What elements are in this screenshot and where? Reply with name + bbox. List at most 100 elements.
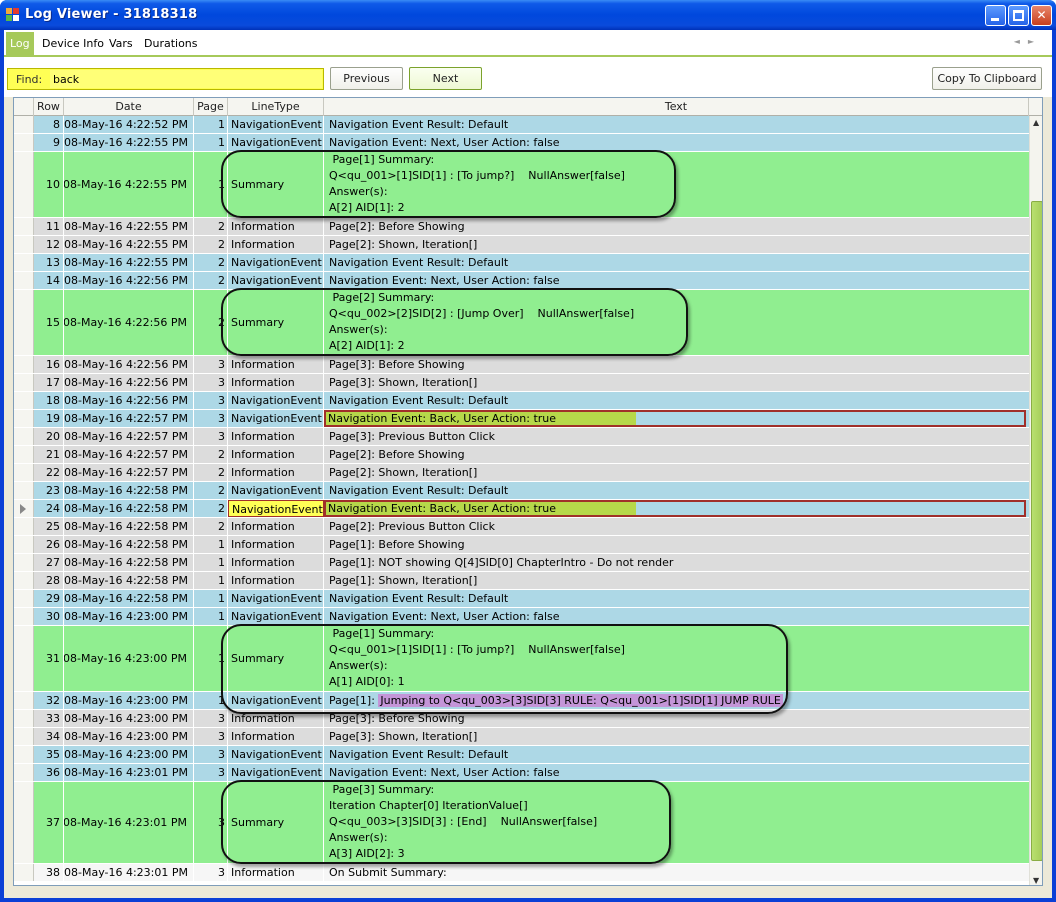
page-cell: 1 bbox=[194, 626, 228, 691]
table-row[interactable]: 32 08-May-16 4:23:00 PM 1 NavigationEvent Pa… bbox=[14, 692, 1029, 710]
close-button[interactable]: ✕ bbox=[1031, 5, 1052, 26]
table-row[interactable]: 23 08-May-16 4:22:58 PM 2 NavigationEvent Na… bbox=[14, 482, 1029, 500]
row-selector[interactable] bbox=[14, 536, 34, 553]
next-button[interactable]: Next bbox=[409, 67, 482, 90]
row-selector[interactable] bbox=[14, 728, 34, 745]
header-text[interactable]: Text bbox=[324, 98, 1029, 116]
row-selector[interactable] bbox=[14, 116, 34, 133]
table-row[interactable]: 26 08-May-16 4:22:58 PM 1 Information Page[1… bbox=[14, 536, 1029, 554]
row-selector[interactable] bbox=[14, 692, 34, 709]
tab-durations[interactable]: Durations bbox=[140, 32, 202, 56]
row-selector[interactable] bbox=[14, 374, 34, 391]
header-page[interactable]: Page bbox=[194, 98, 228, 116]
vertical-scrollbar[interactable]: ▲ ▼ bbox=[1029, 116, 1042, 885]
row-selector[interactable] bbox=[14, 500, 34, 517]
linetype-cell: NavigationEvent bbox=[228, 134, 324, 151]
jump-rule-text: Jumping to Q<qu_003>[3]SID[3] RULE: Q<qu… bbox=[378, 694, 783, 707]
tab-vars[interactable]: Vars bbox=[105, 32, 137, 56]
row-selector[interactable] bbox=[14, 782, 34, 863]
row-selector[interactable] bbox=[14, 590, 34, 607]
row-selector[interactable] bbox=[14, 410, 34, 427]
text-line: Page[3]: Previous Button Click bbox=[329, 430, 495, 443]
table-row[interactable]: 38 08-May-16 4:23:01 PM 3 Information On Su… bbox=[14, 864, 1029, 882]
row-selector[interactable] bbox=[14, 254, 34, 271]
text-cell: Page[1]: Before Showing bbox=[324, 536, 1029, 553]
table-row[interactable]: 35 08-May-16 4:23:00 PM 3 NavigationEvent Na… bbox=[14, 746, 1029, 764]
tab-scroll-right-icon[interactable]: ► bbox=[1028, 37, 1042, 46]
table-row[interactable]: 28 08-May-16 4:22:58 PM 1 Information Page[1… bbox=[14, 572, 1029, 590]
row-selector[interactable] bbox=[14, 626, 34, 691]
scroll-down-icon[interactable]: ▼ bbox=[1033, 876, 1039, 885]
row-selector[interactable] bbox=[14, 864, 34, 881]
table-row[interactable]: 18 08-May-16 4:22:56 PM 3 NavigationEvent Na… bbox=[14, 392, 1029, 410]
row-selector[interactable] bbox=[14, 272, 34, 289]
table-row[interactable]: 30 08-May-16 4:23:00 PM 1 NavigationEvent Na… bbox=[14, 608, 1029, 626]
table-row[interactable]: 21 08-May-16 4:22:57 PM 2 Information Page[2… bbox=[14, 446, 1029, 464]
table-row[interactable]: 9 08-May-16 4:22:55 PM 1 NavigationEvent Nav… bbox=[14, 134, 1029, 152]
row-selector[interactable] bbox=[14, 428, 34, 445]
page-cell: 2 bbox=[194, 236, 228, 253]
row-selector[interactable] bbox=[14, 746, 34, 763]
row-selector[interactable] bbox=[14, 290, 34, 355]
table-row[interactable]: 17 08-May-16 4:22:56 PM 3 Information Page[3… bbox=[14, 374, 1029, 392]
table-row[interactable]: 33 08-May-16 4:23:00 PM 3 Information Page[3… bbox=[14, 710, 1029, 728]
page-cell: 2 bbox=[194, 218, 228, 235]
find-input[interactable] bbox=[50, 70, 322, 88]
row-selector[interactable] bbox=[14, 608, 34, 625]
header-selector[interactable] bbox=[14, 98, 34, 116]
table-row[interactable]: 11 08-May-16 4:22:55 PM 2 Information Page[2… bbox=[14, 218, 1029, 236]
row-selector[interactable] bbox=[14, 134, 34, 151]
table-row[interactable]: 27 08-May-16 4:22:58 PM 1 Information Page[1… bbox=[14, 554, 1029, 572]
title-bar[interactable]: Log Viewer - 31818318 ✕ bbox=[0, 0, 1056, 30]
maximize-button[interactable] bbox=[1008, 5, 1029, 26]
row-selector[interactable] bbox=[14, 392, 34, 409]
table-row[interactable]: 25 08-May-16 4:22:58 PM 2 Information Page[2… bbox=[14, 518, 1029, 536]
table-row[interactable]: 15 08-May-16 4:22:56 PM 2 Summary Page[2] S… bbox=[14, 290, 1029, 356]
tab-scroll-arrows[interactable]: ◄► bbox=[1014, 37, 1042, 46]
tab-device-info[interactable]: Device Info bbox=[38, 32, 108, 56]
row-selector[interactable] bbox=[14, 572, 34, 589]
table-row[interactable]: 13 08-May-16 4:22:55 PM 2 NavigationEvent Na… bbox=[14, 254, 1029, 272]
text-line: Page[3]: Before Showing bbox=[329, 712, 465, 725]
row-selector[interactable] bbox=[14, 464, 34, 481]
table-row[interactable]: 8 08-May-16 4:22:52 PM 1 NavigationEvent Nav… bbox=[14, 116, 1029, 134]
table-row[interactable]: 20 08-May-16 4:22:57 PM 3 Information Page[3… bbox=[14, 428, 1029, 446]
table-row[interactable]: 36 08-May-16 4:23:01 PM 3 NavigationEvent Na… bbox=[14, 764, 1029, 782]
page-cell: 3 bbox=[194, 428, 228, 445]
previous-button[interactable]: Previous bbox=[330, 67, 403, 90]
scroll-up-icon[interactable]: ▲ bbox=[1033, 118, 1039, 127]
table-row[interactable]: 24 08-May-16 4:22:58 PM 2 NavigationEvent Na… bbox=[14, 500, 1029, 518]
table-row[interactable]: 31 08-May-16 4:23:00 PM 1 Summary Page[1] S… bbox=[14, 626, 1029, 692]
row-selector[interactable] bbox=[14, 356, 34, 373]
table-row[interactable]: 37 08-May-16 4:23:01 PM 3 Summary Page[3] S… bbox=[14, 782, 1029, 864]
scrollbar-thumb[interactable] bbox=[1031, 201, 1042, 861]
row-number-cell: 10 bbox=[34, 152, 64, 217]
row-selector[interactable] bbox=[14, 554, 34, 571]
tab-scroll-left-icon[interactable]: ◄ bbox=[1014, 37, 1028, 46]
row-selector[interactable] bbox=[14, 236, 34, 253]
copy-to-clipboard-button[interactable]: Copy To Clipboard bbox=[932, 67, 1042, 90]
table-row[interactable]: 34 08-May-16 4:23:00 PM 3 Information Page[3… bbox=[14, 728, 1029, 746]
header-row[interactable]: Row bbox=[34, 98, 64, 116]
page-cell: 1 bbox=[194, 554, 228, 571]
row-selector[interactable] bbox=[14, 518, 34, 535]
text-cell: Page[2] Summary: Q<qu_002>[2]SID[2] : [Ju… bbox=[324, 290, 1029, 355]
header-linetype[interactable]: LineType bbox=[228, 98, 324, 116]
date-cell: 08-May-16 4:22:57 PM bbox=[64, 464, 194, 481]
table-row[interactable]: 29 08-May-16 4:22:58 PM 1 NavigationEvent Na… bbox=[14, 590, 1029, 608]
minimize-button[interactable] bbox=[985, 5, 1006, 26]
row-selector[interactable] bbox=[14, 764, 34, 781]
table-row[interactable]: 12 08-May-16 4:22:55 PM 2 Information Page[2… bbox=[14, 236, 1029, 254]
table-row[interactable]: 22 08-May-16 4:22:57 PM 2 Information Page[2… bbox=[14, 464, 1029, 482]
table-row[interactable]: 14 08-May-16 4:22:56 PM 2 NavigationEvent Na… bbox=[14, 272, 1029, 290]
table-row[interactable]: 19 08-May-16 4:22:57 PM 3 NavigationEvent Na… bbox=[14, 410, 1029, 428]
table-row[interactable]: 10 08-May-16 4:22:55 PM 1 Summary Page[1] S… bbox=[14, 152, 1029, 218]
table-row[interactable]: 16 08-May-16 4:22:56 PM 3 Information Page[3… bbox=[14, 356, 1029, 374]
row-selector[interactable] bbox=[14, 710, 34, 727]
tab-log[interactable]: Log bbox=[6, 32, 34, 56]
row-selector[interactable] bbox=[14, 152, 34, 217]
header-date[interactable]: Date bbox=[64, 98, 194, 116]
row-selector[interactable] bbox=[14, 446, 34, 463]
row-selector[interactable] bbox=[14, 218, 34, 235]
row-selector[interactable] bbox=[14, 482, 34, 499]
